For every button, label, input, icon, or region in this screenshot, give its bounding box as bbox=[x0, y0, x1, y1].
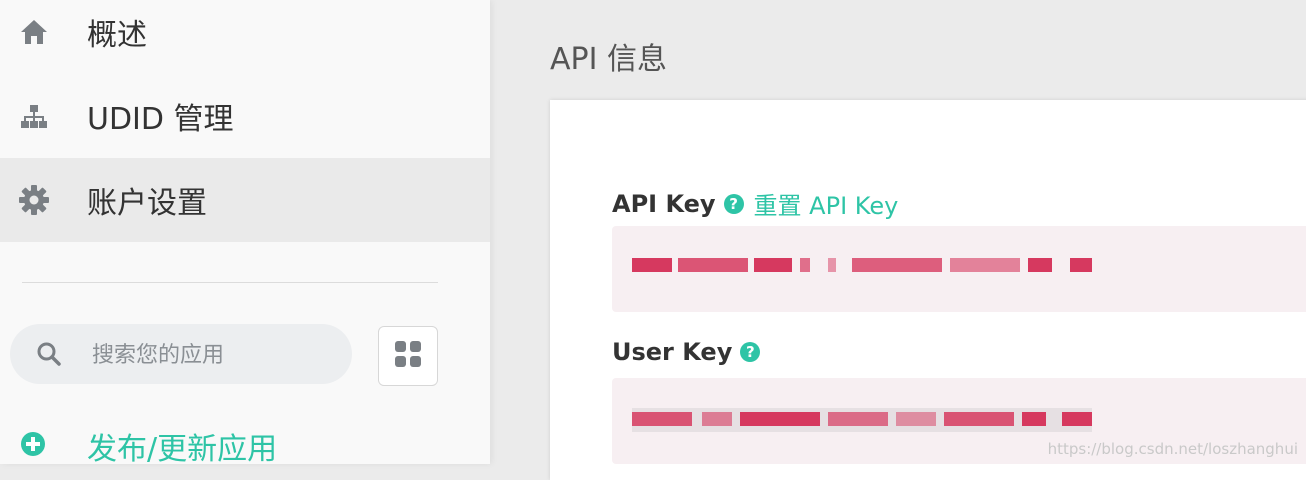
sidebar-item-label: 概述 bbox=[87, 18, 147, 53]
api-key-label-text: API Key bbox=[612, 189, 716, 218]
user-key-label: User Key ? bbox=[612, 338, 761, 366]
app-search[interactable] bbox=[10, 324, 352, 384]
plus-circle-icon bbox=[18, 429, 48, 463]
user-key-label-text: User Key bbox=[612, 338, 733, 366]
user-key-masked-value bbox=[632, 408, 1092, 432]
help-icon[interactable]: ? bbox=[723, 193, 744, 214]
api-key-label: API Key ? 重置 API Key bbox=[612, 186, 898, 221]
watermark: https://blog.csdn.net/loszhanghui bbox=[1047, 440, 1298, 458]
sidebar-item-label: UDID 管理 bbox=[87, 102, 234, 137]
publish-app-label: 发布/更新应用 bbox=[87, 432, 278, 467]
search-input[interactable] bbox=[90, 334, 334, 376]
api-key-masked-value bbox=[632, 258, 1092, 278]
help-icon[interactable]: ? bbox=[740, 342, 761, 362]
grid-view-button[interactable] bbox=[378, 326, 438, 386]
home-icon bbox=[18, 16, 50, 48]
api-key-field[interactable] bbox=[612, 226, 1306, 312]
sidebar-item-overview[interactable]: 概述 bbox=[0, 0, 490, 74]
sidebar-divider bbox=[22, 282, 438, 283]
sidebar-item-account-settings[interactable]: 账户设置 bbox=[0, 158, 490, 242]
grid-icon bbox=[394, 340, 422, 372]
page-title: API 信息 bbox=[550, 42, 667, 77]
sitemap-icon bbox=[18, 100, 50, 132]
gear-icon bbox=[18, 184, 50, 216]
search-icon bbox=[36, 341, 62, 367]
reset-api-key-link[interactable]: 重置 API Key bbox=[754, 186, 899, 221]
sidebar-item-label: 账户设置 bbox=[87, 186, 207, 221]
sidebar: 概述 UDID 管理 账户设置 搜索您的应用 发布/更新应用 bbox=[0, 0, 490, 467]
publish-app-link[interactable]: 发布/更新应用 bbox=[18, 424, 277, 468]
sidebar-item-udid[interactable]: UDID 管理 bbox=[0, 74, 490, 158]
